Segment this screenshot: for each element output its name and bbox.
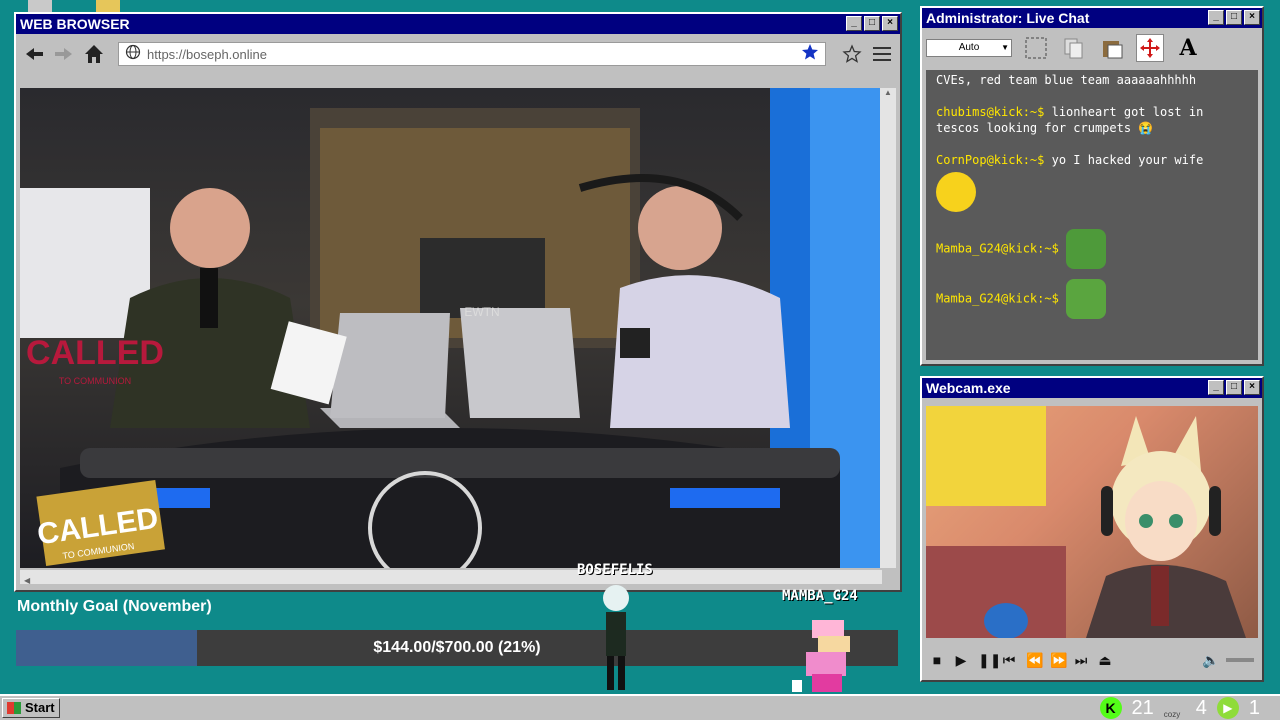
chat-username[interactable]: Mamba_G24@kick:~$ xyxy=(936,242,1059,256)
tray-count-2: 4 xyxy=(1195,696,1207,719)
chat-message: CVEs, red team blue team aaaaaahhhhh xyxy=(936,72,1248,88)
taskbar: Start K 21 cozy 4 ▶ 1 xyxy=(0,694,1280,720)
minimize-button[interactable]: _ xyxy=(846,16,862,31)
horizontal-scrollbar[interactable]: ◀ xyxy=(20,570,882,585)
webcam-titlebar[interactable]: Webcam.exe _ □ × xyxy=(922,378,1262,398)
webcam-window: Webcam.exe _ □ × ■ ▶ ❚❚ ⏮ ⏪ ⏩ ⏭ ⏏ 🔈 xyxy=(920,376,1264,682)
chat-username[interactable]: chubims@kick:~$ xyxy=(936,105,1044,119)
chat-message: Mamba_G24@kick:~$ xyxy=(936,279,1248,319)
close-button[interactable]: × xyxy=(1244,10,1260,25)
chat-message: Mamba_G24@kick:~$ xyxy=(936,229,1248,269)
browser-title: WEB BROWSER xyxy=(20,16,130,32)
sunglasses-emote-icon xyxy=(936,172,976,212)
fast-forward-icon[interactable]: ⏩ xyxy=(1050,652,1067,669)
eject-icon[interactable]: ⏏ xyxy=(1098,652,1112,669)
browser-titlebar[interactable]: WEB BROWSER _ □ × xyxy=(16,14,900,34)
chat-text: yo I hacked your wife xyxy=(1051,153,1204,167)
pause-icon[interactable]: ❚❚ xyxy=(978,652,1001,669)
chat-message: chubims@kick:~$ lionheart got lost in te… xyxy=(936,104,1248,136)
font-icon[interactable]: A xyxy=(1174,34,1202,62)
volume-slider[interactable] xyxy=(1226,658,1254,662)
chat-title: Administrator: Live Chat xyxy=(926,10,1090,26)
copy-icon[interactable] xyxy=(1060,34,1088,62)
start-button[interactable]: Start xyxy=(2,698,60,718)
desktop-icon[interactable] xyxy=(28,0,52,12)
left-sign-sub: TO COMMUNION xyxy=(59,376,131,386)
pepe-emote-icon xyxy=(1066,279,1107,319)
url-text[interactable]: https://boseph.online xyxy=(147,47,795,62)
auto-select[interactable]: Auto ▼ xyxy=(926,39,1012,57)
anime-avatar xyxy=(926,406,1246,638)
live-chat-window: Administrator: Live Chat _ □ × Auto ▼ A … xyxy=(920,6,1264,366)
hamburger-icon[interactable] xyxy=(870,42,894,66)
start-label: Start xyxy=(25,700,55,715)
desktop-folder-icon[interactable] xyxy=(96,0,120,12)
star-filled-icon[interactable] xyxy=(801,43,819,66)
rewind-icon[interactable]: ⏪ xyxy=(1026,652,1043,669)
volume-icon[interactable]: 🔈 xyxy=(1202,652,1219,669)
skip-forward-icon[interactable]: ⏭ xyxy=(1074,652,1088,669)
pepe-emote-icon xyxy=(1066,229,1107,269)
chat-message: CornPop@kick:~$ yo I hacked your wife xyxy=(936,152,1248,168)
media-controls: ■ ▶ ❚❚ ⏮ ⏪ ⏩ ⏭ ⏏ 🔈 xyxy=(930,648,1254,672)
browser-navbar: https://boseph.online xyxy=(16,34,900,74)
video-frame: CALLED TO COMMUNION CALLED TO COMMUNION … xyxy=(20,88,882,568)
cozy-icon[interactable]: cozy xyxy=(1164,697,1186,719)
sprite-name-bosefelis: BOSEFELIS xyxy=(577,562,653,578)
maximize-button[interactable]: □ xyxy=(1226,380,1242,395)
windows-logo-icon xyxy=(7,702,21,714)
move-icon[interactable] xyxy=(1136,34,1164,62)
mamba-sprite xyxy=(792,618,860,694)
close-button[interactable]: × xyxy=(882,16,898,31)
left-sign-text: CALLED xyxy=(26,334,164,372)
close-button[interactable]: × xyxy=(1244,380,1260,395)
chat-username[interactable]: CornPop@kick:~$ xyxy=(936,153,1044,167)
maximize-button[interactable]: □ xyxy=(864,16,880,31)
system-tray: K 21 cozy 4 ▶ 1 xyxy=(1099,696,1260,720)
goal-progress-bar: $144.00/$700.00 (21%) xyxy=(16,630,898,666)
chat-text: CVEs, red team blue team aaaaaahhhhh xyxy=(936,73,1197,87)
minimize-button[interactable]: _ xyxy=(1208,10,1224,25)
select-region-icon[interactable] xyxy=(1022,34,1050,62)
maximize-button[interactable]: □ xyxy=(1226,10,1242,25)
goal-label: Monthly Goal (November) xyxy=(17,598,212,615)
goal-progress-text: $144.00/$700.00 (21%) xyxy=(373,639,541,656)
tray-count-1: 21 xyxy=(1131,696,1154,719)
star-outline-icon[interactable] xyxy=(840,42,864,66)
sprite-name-mamba: MAMBA_G24 xyxy=(782,588,858,604)
play-circle-icon[interactable]: ▶ xyxy=(1216,697,1239,719)
chat-toolbar: Auto ▼ A xyxy=(922,28,1262,68)
globe-icon xyxy=(125,44,141,65)
chevron-down-icon: ▼ xyxy=(1001,43,1009,52)
chat-username[interactable]: Mamba_G24@kick:~$ xyxy=(936,292,1059,306)
stop-icon[interactable]: ■ xyxy=(930,652,944,668)
home-icon[interactable] xyxy=(82,42,106,66)
cozy-label: cozy xyxy=(1163,710,1181,719)
webcam-feed xyxy=(926,406,1258,638)
chat-titlebar[interactable]: Administrator: Live Chat _ □ × xyxy=(922,8,1262,28)
paste-icon[interactable] xyxy=(1098,34,1126,62)
minimize-button[interactable]: _ xyxy=(1208,380,1224,395)
browser-window: WEB BROWSER _ □ × https://boseph.online xyxy=(14,12,902,592)
vertical-scrollbar[interactable]: ▲ xyxy=(880,88,896,568)
skip-back-icon[interactable]: ⏮ xyxy=(1002,652,1016,669)
select-value: Auto xyxy=(958,42,980,53)
arrow-left-icon[interactable] xyxy=(22,42,46,66)
chat-messages: CVEs, red team blue team aaaaaahhhhh chu… xyxy=(926,70,1258,360)
play-icon[interactable]: ▶ xyxy=(954,652,968,669)
arrow-right-icon[interactable] xyxy=(52,42,76,66)
bosefelis-sprite xyxy=(598,582,634,692)
video-player[interactable]: CALLED TO COMMUNION CALLED TO COMMUNION … xyxy=(20,88,882,568)
ewtn-logo-text: EWTN xyxy=(464,305,499,319)
webcam-title: Webcam.exe xyxy=(926,380,1011,396)
tray-count-3: 1 xyxy=(1248,696,1260,719)
kick-icon[interactable]: K xyxy=(1099,697,1122,719)
address-bar[interactable]: https://boseph.online xyxy=(118,42,826,66)
